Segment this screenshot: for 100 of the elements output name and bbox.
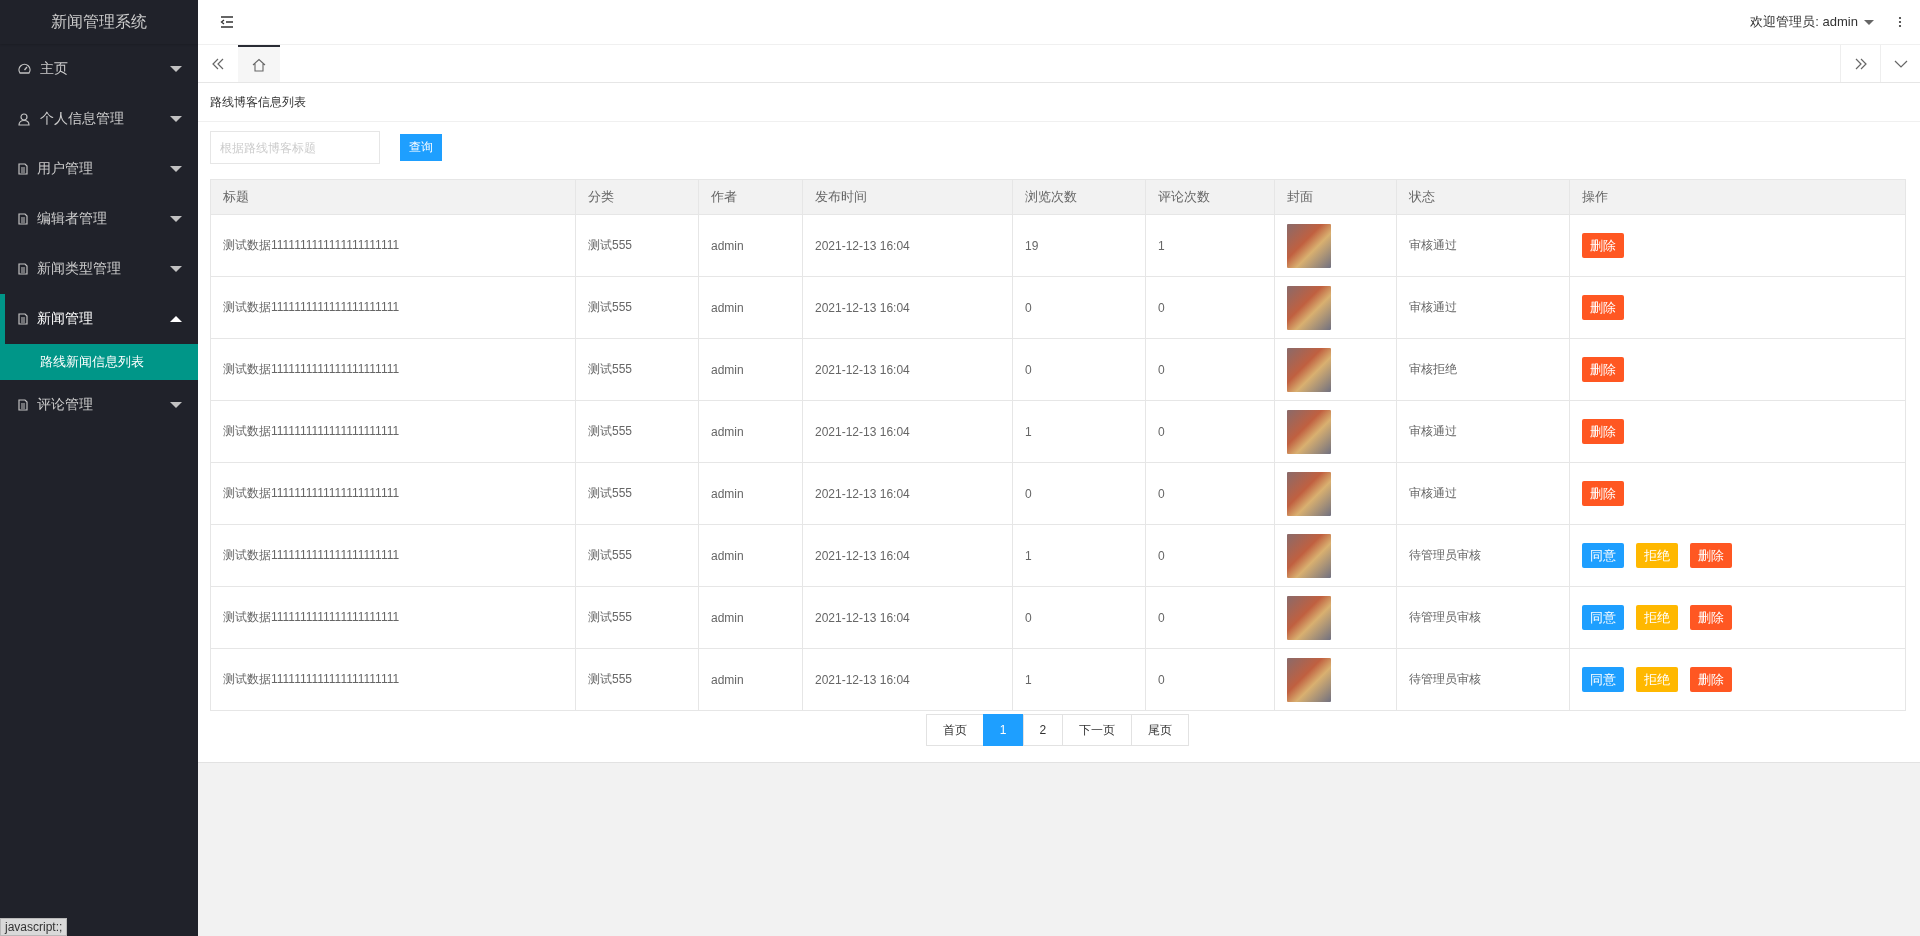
table-cell: 2021-12-13 16:04 — [802, 462, 1013, 525]
table-cell: 0 — [1145, 462, 1275, 525]
photo-placeholder — [1287, 223, 1331, 268]
photo-placeholder — [1287, 285, 1331, 330]
table-cell: 0 — [1012, 586, 1146, 649]
column-header: 浏览次数 — [1012, 179, 1146, 215]
sidebar-item[interactable]: 编辑者管理 — [0, 194, 198, 244]
delete-button[interactable]: 删除 — [1582, 481, 1624, 506]
page-button[interactable]: 尾页 — [1131, 714, 1190, 746]
reject-button[interactable]: 拒绝 — [1636, 605, 1678, 630]
user-icon — [18, 112, 31, 126]
table-cell: admin — [698, 524, 803, 587]
table-cell: admin — [698, 586, 803, 649]
delete-button[interactable]: 删除 — [1582, 233, 1624, 258]
table-cell: 测试数据1111111111111111111111 — [210, 338, 576, 401]
home-tab[interactable] — [238, 45, 280, 82]
column-header: 标题 — [210, 179, 576, 215]
delete-button[interactable]: 删除 — [1690, 543, 1732, 568]
search-button[interactable]: 查询 — [400, 134, 442, 161]
delete-button[interactable]: 删除 — [1690, 667, 1732, 692]
page-button[interactable]: 1 — [982, 714, 1024, 746]
table-cell: 测试555 — [575, 524, 699, 587]
table-cell: 审核通过 — [1396, 400, 1570, 463]
photo-placeholder — [1287, 471, 1331, 516]
document-icon — [18, 313, 28, 325]
reject-button[interactable]: 拒绝 — [1636, 543, 1678, 568]
home-icon — [252, 57, 266, 72]
table-cell: 1 — [1012, 648, 1146, 711]
table-cell: 审核拒绝 — [1396, 338, 1570, 401]
user-menu[interactable]: 欢迎管理员: admin — [1750, 13, 1874, 31]
column-header: 封面 — [1274, 179, 1397, 215]
table-cell: 测试数据1111111111111111111111 — [210, 648, 576, 711]
table-cell: 审核通过 — [1396, 462, 1570, 525]
delete-button[interactable]: 删除 — [1582, 295, 1624, 320]
app-title: 新闻管理系统 — [0, 0, 198, 44]
table-cell: 0 — [1012, 338, 1146, 401]
sidebar-item[interactable]: 新闻类型管理 — [0, 244, 198, 294]
table-cell: 测试数据1111111111111111111111 — [210, 586, 576, 649]
page-button[interactable]: 2 — [1022, 714, 1064, 746]
table-cell: 0 — [1145, 524, 1275, 587]
table-cell: admin — [698, 214, 803, 277]
table-cell: 2021-12-13 16:04 — [802, 586, 1013, 649]
table-cell: 测试555 — [575, 338, 699, 401]
column-header: 评论次数 — [1145, 179, 1275, 215]
table-cell: 0 — [1012, 462, 1146, 525]
table-cell: admin — [698, 400, 803, 463]
table-cell: 2021-12-13 16:04 — [802, 400, 1013, 463]
sidebar-subitem[interactable]: 路线新闻信息列表 — [0, 344, 198, 380]
table-cell: 待管理员审核 — [1396, 586, 1570, 649]
column-header: 分类 — [575, 179, 699, 215]
table-cell: 2021-12-13 16:04 — [802, 524, 1013, 587]
table-cell: 0 — [1145, 648, 1275, 711]
column-header: 操作 — [1569, 179, 1906, 215]
delete-button[interactable]: 删除 — [1582, 357, 1624, 382]
status-text: javascript:; — [0, 918, 68, 936]
sidebar-item[interactable]: 主页 — [0, 44, 198, 94]
table-cell: 测试555 — [575, 276, 699, 339]
sidebar-item[interactable]: 评论管理 — [0, 380, 198, 430]
approve-button[interactable]: 同意 — [1582, 543, 1624, 568]
table-cell: 测试555 — [575, 462, 699, 525]
table-cell: 2021-12-13 16:04 — [802, 338, 1013, 401]
photo-placeholder — [1287, 657, 1331, 702]
table-cell: 审核通过 — [1396, 214, 1570, 277]
more-icon[interactable] — [1898, 16, 1902, 28]
table-cell: admin — [698, 338, 803, 401]
table-cell: 1 — [1145, 214, 1275, 277]
sidebar-item[interactable]: 个人信息管理 — [0, 94, 198, 144]
table-cell: 1 — [1012, 524, 1146, 587]
table-cell: 测试555 — [575, 648, 699, 711]
sidebar-item[interactable]: 用户管理 — [0, 144, 198, 194]
delete-button[interactable]: 删除 — [1690, 605, 1732, 630]
document-icon — [18, 213, 28, 225]
table-cell: 测试数据1111111111111111111111 — [210, 400, 576, 463]
caret-icon — [170, 402, 182, 408]
table-cell: 0 — [1145, 276, 1275, 339]
photo-placeholder — [1287, 409, 1331, 454]
table-cell: 2021-12-13 16:04 — [802, 276, 1013, 339]
menu-icon[interactable] — [220, 16, 234, 28]
table-cell: 测试555 — [575, 214, 699, 277]
table-cell: 0 — [1145, 586, 1275, 649]
table-cell: 测试数据1111111111111111111111 — [210, 524, 576, 587]
table-cell: admin — [698, 276, 803, 339]
table-cell: 2021-12-13 16:04 — [802, 214, 1013, 277]
table-cell: 测试数据1111111111111111111111 — [210, 214, 576, 277]
reject-button[interactable]: 拒绝 — [1636, 667, 1678, 692]
table-cell: 审核通过 — [1396, 276, 1570, 339]
delete-button[interactable]: 删除 — [1582, 419, 1624, 444]
caret-icon — [170, 316, 182, 322]
caret-icon — [170, 116, 182, 122]
table-cell: admin — [698, 462, 803, 525]
column-header: 发布时间 — [802, 179, 1013, 215]
table-cell: 待管理员审核 — [1396, 648, 1570, 711]
caret-icon — [170, 216, 182, 222]
table-cell: 测试555 — [575, 400, 699, 463]
page-button[interactable]: 下一页 — [1062, 714, 1133, 746]
table-cell: admin — [698, 648, 803, 711]
approve-button[interactable]: 同意 — [1582, 605, 1624, 630]
caret-icon — [170, 266, 182, 272]
page-button[interactable]: 首页 — [925, 714, 984, 746]
approve-button[interactable]: 同意 — [1582, 667, 1624, 692]
